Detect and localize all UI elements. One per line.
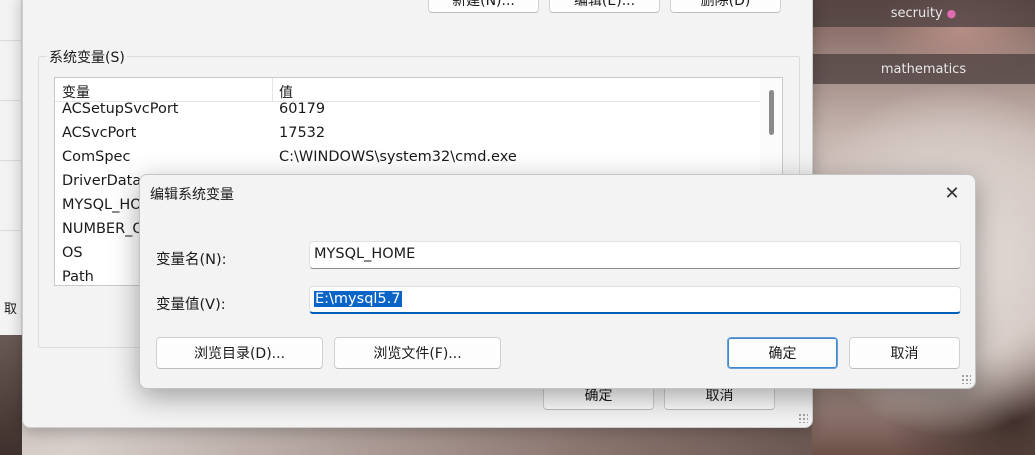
divider — [0, 160, 22, 161]
new-button[interactable]: 新建(N)... — [428, 0, 539, 13]
divider — [0, 40, 22, 41]
variable-value-label: 变量值(V): — [156, 297, 226, 313]
wallpaper-tag-top: secruity ● — [812, 0, 1035, 27]
resize-grip-icon[interactable] — [961, 374, 971, 384]
cancel-button[interactable]: 取消 — [849, 337, 960, 369]
variable-value-cell: C:\WINDOWS\system32\cmd.exe — [279, 149, 517, 165]
variable-value-selected-text: E:\mysql5.7 — [314, 291, 402, 307]
browse-directory-button[interactable]: 浏览目录(D)... — [156, 337, 323, 369]
table-row[interactable]: ACSetupSvcPort 60179 — [55, 98, 760, 122]
dialog-title: 编辑系统变量 — [150, 187, 234, 203]
variable-name-cell: DriverData — [62, 173, 142, 189]
variable-name-field[interactable]: MYSQL_HOME — [309, 241, 961, 269]
variable-name-cell: ComSpec — [62, 149, 131, 165]
close-icon[interactable]: ✕ — [935, 177, 969, 209]
variable-name-cell: ACSvcPort — [62, 125, 137, 141]
ok-button[interactable]: 确定 — [727, 337, 838, 369]
variable-value-cell: 17532 — [279, 125, 326, 141]
table-row[interactable]: ComSpec C:\WINDOWS\system32\cmd.exe — [55, 146, 760, 170]
divider — [0, 100, 22, 101]
variable-name-cell: NUMBER_O — [62, 221, 144, 237]
pink-dot-icon: ● — [946, 7, 957, 20]
resize-grip-icon[interactable] — [798, 413, 808, 423]
variable-name-cell: Path — [62, 269, 94, 285]
scrollbar-thumb[interactable] — [769, 90, 774, 135]
delete-button[interactable]: 删除(D) — [670, 0, 781, 13]
variable-value-cell: 60179 — [279, 101, 326, 117]
variable-name-cell: OS — [62, 245, 83, 261]
underlying-window-edge: 取 — [0, 0, 22, 335]
table-row[interactable]: ACSvcPort 17532 — [55, 122, 760, 146]
variable-value-field[interactable]: E:\mysql5.7 — [309, 286, 961, 314]
system-variables-title: 系统变量(S) — [47, 47, 127, 67]
browse-file-button[interactable]: 浏览文件(F)... — [334, 337, 501, 369]
wallpaper-tag-mid: mathematics — [812, 54, 1035, 84]
divider — [0, 230, 22, 231]
variable-name-cell: ACSetupSvcPort — [62, 101, 179, 117]
edit-button[interactable]: 编辑(E)... — [549, 0, 660, 13]
edit-system-variable-dialog: 编辑系统变量 ✕ 变量名(N): MYSQL_HOME 变量值(V): E:\m… — [139, 174, 976, 389]
variable-name-cell: MYSQL_HO — [62, 197, 142, 213]
wallpaper-left-edge — [0, 335, 22, 455]
wallpaper-tag-mid-text: mathematics — [880, 61, 967, 77]
underlying-window-text: 取 — [4, 302, 18, 317]
wallpaper-tag-top-text: secruity — [890, 6, 943, 21]
variable-name-label: 变量名(N): — [156, 252, 227, 268]
